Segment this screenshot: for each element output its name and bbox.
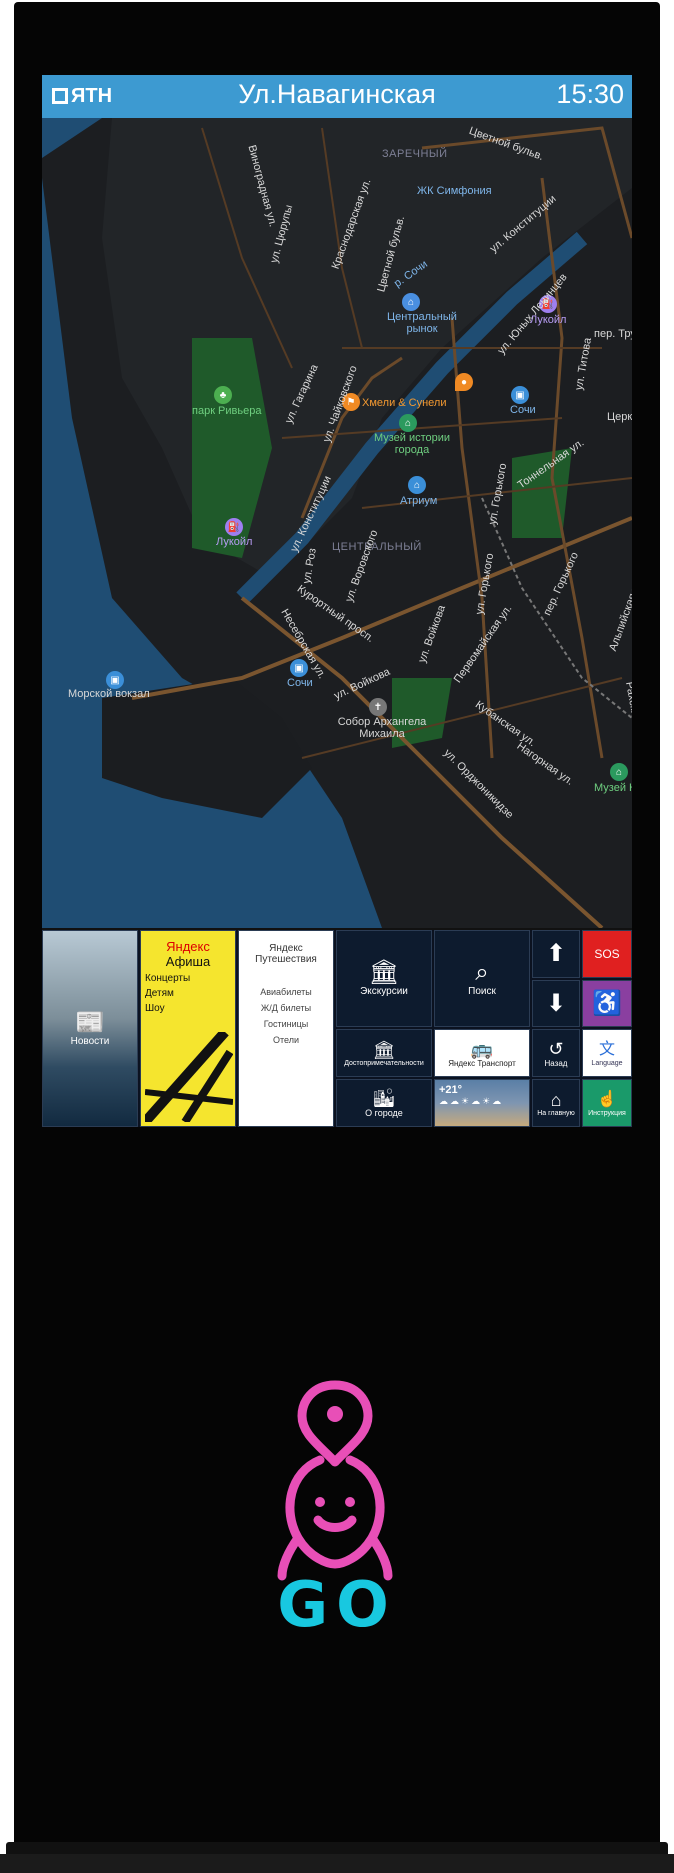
about-city-button[interactable]: 🏙 О городе [336,1079,432,1127]
street-label: пер. Тру [594,328,632,340]
poi-label: Сочи [287,677,313,689]
poi-label: парк Ривьера [192,405,262,417]
map-graphics [42,118,632,928]
sos-button[interactable]: SOS [582,930,632,978]
poi-label: Хмели & Сунели [362,397,447,409]
fuel-icon[interactable]: ⛽ [225,518,243,536]
poi-label: Музей истории города [373,432,451,456]
weather-temperature: +21° [439,1084,463,1096]
clock: 15:30 [556,79,624,109]
sights-label: Достопримечательности [344,1059,424,1067]
top-bar: ЯТН Ул.Навагинская 15:30 [42,75,632,118]
station-icon[interactable]: ▣ [106,671,124,689]
instruction-label: Инструкция [588,1109,626,1117]
museum-icon[interactable]: ⌂ [610,763,628,781]
afisha-item: Концерты [145,973,191,984]
landmark-icon: 🏛 [372,1039,396,1060]
afisha-road-graphic [145,1032,233,1122]
transport-button[interactable]: 🚌 Яндекс Транспорт [434,1029,530,1077]
back-label: Назад [544,1058,568,1068]
station-icon[interactable]: ▣ [290,659,308,677]
language-button[interactable]: 文 Language [582,1029,632,1077]
language-label: Language [591,1059,623,1067]
bus-icon: 🚌 [470,1038,494,1059]
travel-item: Авиабилеты [260,987,312,997]
news-tile[interactable]: 📰 Новости [42,930,138,1127]
park-icon[interactable]: ♣ [214,386,232,404]
kiosk-base [0,1830,674,1873]
location-pin-icon[interactable]: ● [455,373,473,391]
district-label: ЗАРЕЧНЫЙ [382,148,448,160]
hand-icon: ☝ [597,1090,617,1108]
base-foot [0,1854,674,1873]
accessibility-button[interactable]: ♿ [582,980,632,1027]
about-label: О городе [365,1108,403,1118]
district-label: ЦЕНТРАЛЬНЫЙ [332,541,422,553]
excursions-label: Экскурсии [360,986,408,997]
travel-item: Отели [272,1035,299,1045]
weather-forecast-icons: ☁☁☀☁☀☁ [439,1096,504,1106]
poi-label: Центральный рынок [387,311,457,335]
poi-label: Собор Архангела Михаила [337,716,427,740]
city-icon: 🏙 [372,1088,396,1108]
poi-label: Атриум [400,495,438,507]
search-button[interactable]: ⌕ Поиск [434,930,530,1027]
menu-tiles: 📰 Новости Яндекс Афиша Концерты Детям Шо… [42,930,632,1127]
market-icon[interactable]: ⌂ [402,293,420,311]
afisha-item: Шоу [145,1003,165,1014]
back-button[interactable]: ↺ Назад [532,1029,580,1077]
newspaper-icon: 📰 [75,1009,105,1036]
go-logo-text: GO [277,1568,397,1641]
afisha-item: Детям [145,988,174,999]
church-icon[interactable]: ✝ [369,698,387,716]
travel-item: Гостиницы [263,1019,309,1029]
search-label: Поиск [468,986,496,997]
guide-icon: 🏛 [368,959,400,986]
poi-label: Музей Н [594,782,632,794]
sights-button[interactable]: 🏛 Достопримечательности [336,1029,432,1077]
search-icon: ⌕ [475,959,489,986]
translate-icon: 文 [598,1040,615,1058]
current-street: Ул.Навагинская [238,79,436,109]
afisha-brand: Яндекс Афиша [165,939,211,969]
weather-widget[interactable]: +21° ☁☁☀☁☀☁ [434,1079,530,1127]
city-map[interactable]: ЗАРЕЧНЫЙ ЦЕНТРАЛЬНЫЙ Цветной бульв. ЖК С… [42,118,632,928]
travel-item: Ж/Д билеты [260,1003,312,1013]
scroll-down-button[interactable]: ⬇ [532,980,580,1027]
travel-tile[interactable]: Яндекс Путешествия Авиабилеты Ж/Д билеты… [238,930,334,1127]
station-icon[interactable]: ▣ [511,386,529,404]
wheelchair-icon: ♿ [592,989,622,1017]
afisha-tile[interactable]: Яндекс Афиша Концерты Детям Шоу [140,930,236,1127]
arrow-up-icon: ⬆ [545,940,567,967]
news-label: Новости [70,1036,110,1047]
kiosk-screen: ЯТН Ул.Навагинская 15:30 ЗАРЕЧНЫЙ ЦЕНТРА… [42,75,632,1127]
home-icon: ⌂ [550,1089,562,1110]
street-label: Церк [607,411,632,423]
instruction-button[interactable]: ☝ Инструкция [582,1079,632,1127]
scroll-up-button[interactable]: ⬆ [532,930,580,978]
transport-label: Яндекс Транспорт [448,1058,516,1068]
arrow-down-icon: ⬇ [545,989,567,1017]
poi-label: ЖК Симфония [417,185,492,197]
back-arrow-icon: ↺ [548,1038,564,1059]
poi-label: Морской вокзал [68,688,150,700]
excursions-button[interactable]: 🏛 Экскурсии [336,930,432,1027]
home-label: На главную [537,1109,575,1117]
travel-brand: Яндекс Путешествия [255,943,317,965]
poi-label: Сочи [510,404,536,416]
museum-icon[interactable]: ⌂ [399,414,417,432]
shop-icon[interactable]: ⌂ [408,476,426,494]
home-button[interactable]: ⌂ На главную [532,1079,580,1127]
poi-label: Лукойл [216,536,253,548]
sos-label: SOS [594,947,620,961]
